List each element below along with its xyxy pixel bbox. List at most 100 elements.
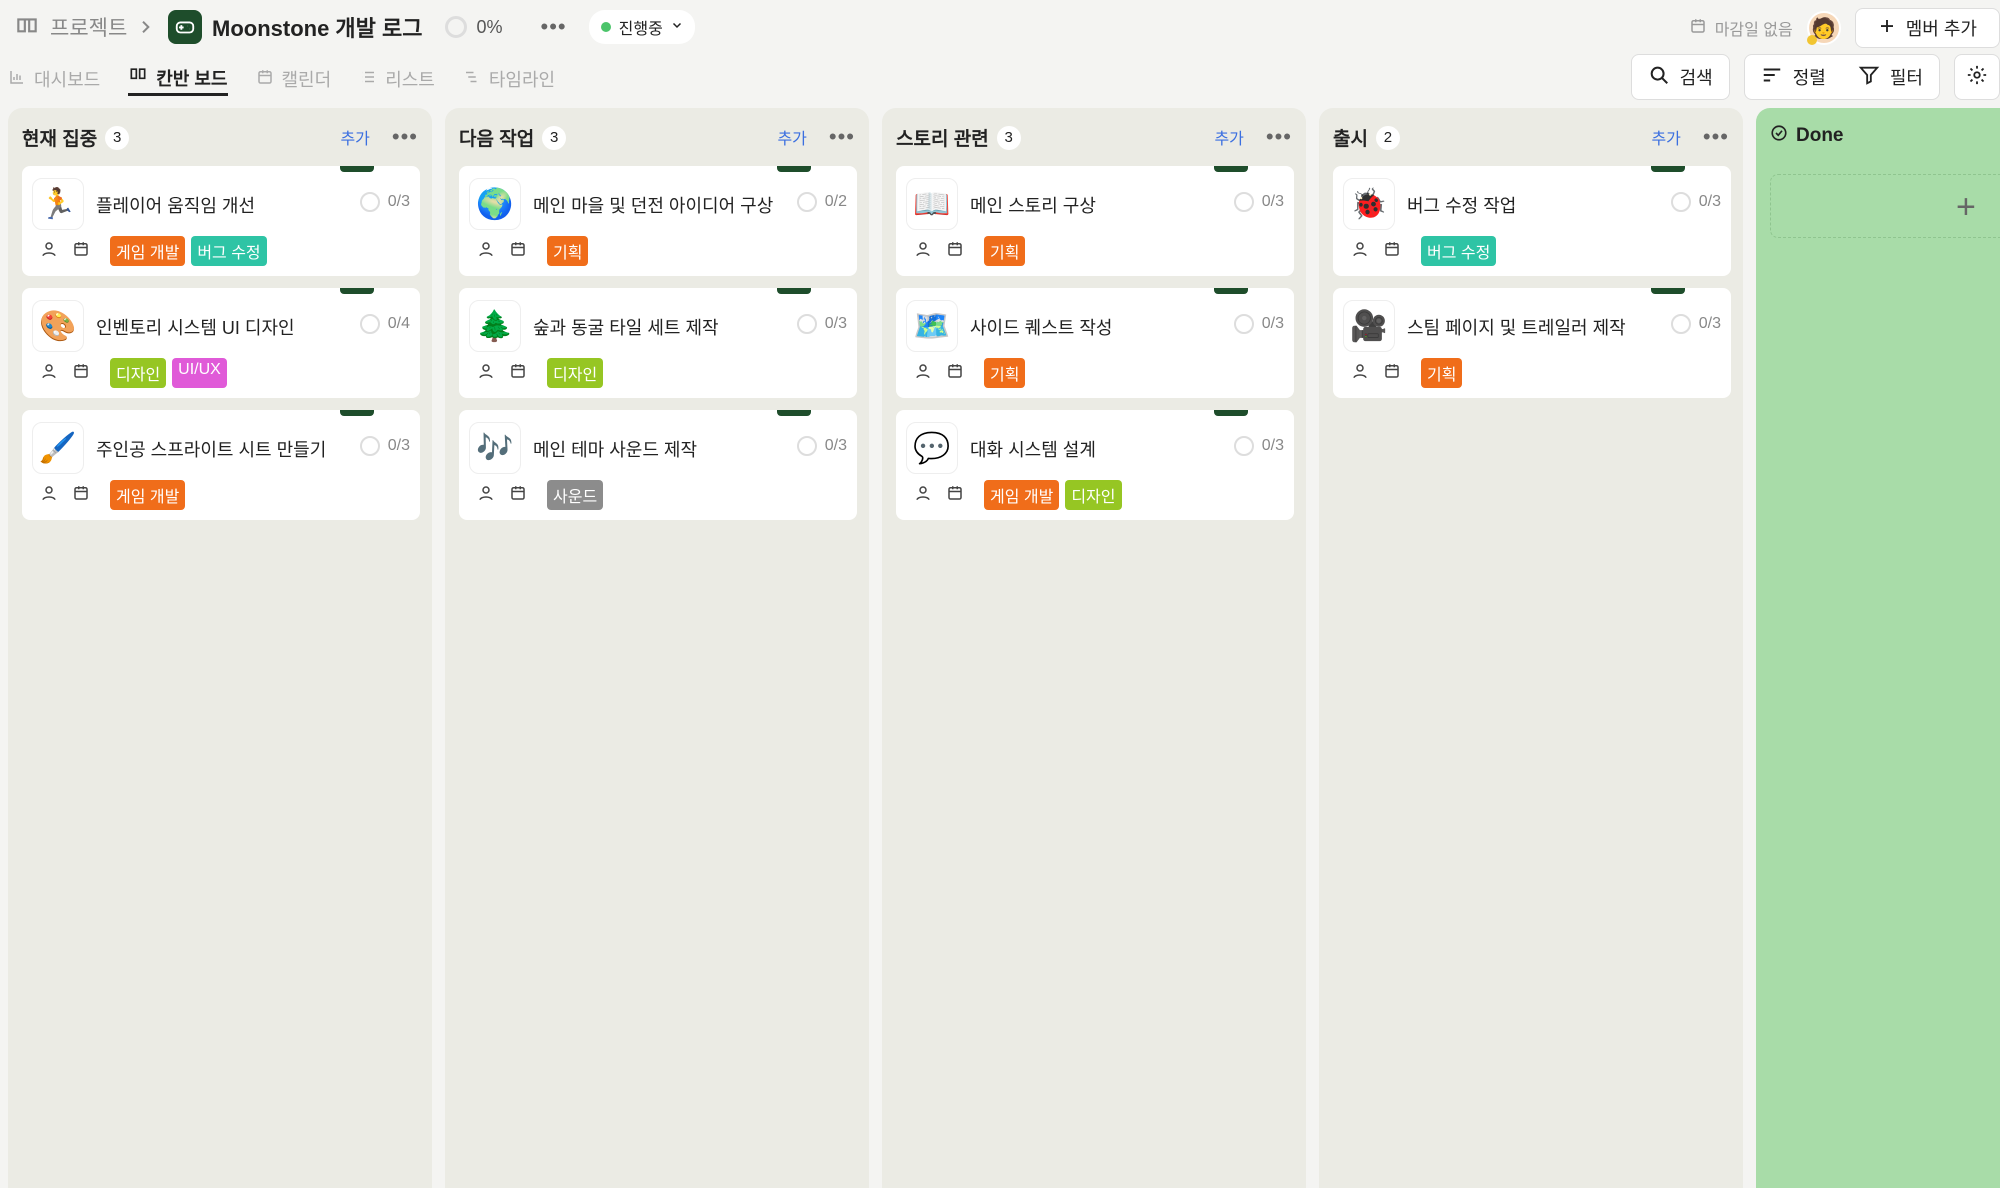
task-card[interactable]: 🗺️ 사이드 퀘스트 작성 0/3 기획 [896,288,1294,398]
add-card-link[interactable]: 추가 [1651,125,1680,149]
timeline-icon [463,68,481,91]
add-member-button[interactable]: 멤버 추가 [1854,8,2000,48]
calendar-icon[interactable] [72,362,90,385]
check-circle-icon [1770,124,1788,148]
user-icon[interactable] [1351,240,1369,263]
card-title: 사이드 퀘스트 작성 [970,318,1113,338]
card-progress: 0/3 [796,314,847,334]
kanban-column: 스토리 관련 3 추가 ••• 📖 메인 스토리 구상 0/3 기획 🗺️ 사이… [882,108,1306,1188]
column-actions: 추가 ••• [1651,124,1729,150]
card-accent-bar [1651,288,1685,294]
task-card[interactable]: 📖 메인 스토리 구상 0/3 기획 [896,166,1294,276]
card-tags: 기획 [1421,358,1463,388]
column-header: 다음 작업 3 [459,124,567,151]
calendar-icon[interactable] [1383,362,1401,385]
more-options-icon[interactable]: ••• [392,124,418,150]
user-icon[interactable] [914,362,932,385]
calendar-icon[interactable] [1383,240,1401,263]
user-icon[interactable] [477,362,495,385]
avatar[interactable]: 🧑 [1806,11,1841,45]
user-icon[interactable] [40,240,58,263]
task-card[interactable]: 🌲 숲과 동굴 타일 세트 제작 0/3 디자인 [459,288,857,398]
calendar-icon[interactable] [946,484,964,507]
task-card[interactable]: 🐞 버그 수정 작업 0/3 버그 수정 [1333,166,1731,276]
tab-calendar[interactable]: 캘린더 [256,62,331,96]
column-count-badge: 2 [1375,125,1400,150]
task-card[interactable]: 🎥 스팀 페이지 및 트레일러 제작 0/3 기획 [1333,288,1731,398]
tag-badge: 버그 수정 [191,236,267,266]
card-meta: 기획 [914,358,1026,388]
more-options-icon[interactable]: ••• [1703,124,1729,150]
task-card[interactable]: 🎨 인벤토리 시스템 UI 디자인 0/4 디자인 UI/UX [22,288,420,398]
task-card[interactable]: 🖌️ 주인공 스프라이트 시트 만들기 0/3 게임 개발 [22,410,420,520]
user-icon[interactable] [40,362,58,385]
due-date[interactable]: 마감일 없음 [1689,16,1793,40]
card-accent-bar [340,410,374,416]
add-card-link[interactable]: 추가 [777,125,806,149]
card-progress-value: 0/3 [387,193,410,210]
kanban-column: 출시 2 추가 ••• 🐞 버그 수정 작업 0/3 버그 수정 🎥 스팀 페이… [1319,108,1743,1188]
add-card-link[interactable]: 추가 [1214,125,1243,149]
calendar-icon[interactable] [72,484,90,507]
globe-icon: 🌍 [469,178,521,230]
card-accent-bar [777,288,811,294]
camera-icon: 🎥 [1343,300,1395,352]
user-icon[interactable] [40,484,58,507]
calendar-icon [256,68,274,91]
gear-icon [1966,64,1988,91]
card-accent-bar [777,410,811,416]
progress-ring-icon [796,436,817,456]
user-icon[interactable] [477,240,495,263]
card-title: 주인공 스프라이트 시트 만들기 [96,440,327,460]
calendar-icon[interactable] [509,240,527,263]
status-dropdown[interactable]: 진행중 [588,10,695,44]
calendar-icon[interactable] [946,362,964,385]
more-options-icon[interactable]: ••• [1266,124,1292,150]
calendar-icon[interactable] [946,240,964,263]
tab-kanban[interactable]: 칸반 보드 [128,62,228,96]
breadcrumb-root[interactable]: 프로젝트 [50,12,127,42]
task-card[interactable]: 🌍 메인 마을 및 던전 아이디어 구상 0/2 기획 [459,166,857,276]
progress-ring-icon [1233,436,1254,456]
plus-icon [1878,17,1896,40]
column-title: 스토리 관련 [896,129,989,150]
user-icon[interactable] [914,484,932,507]
filter-button[interactable]: 필터 [1842,54,1939,100]
user-icon[interactable] [1351,362,1369,385]
card-accent-bar [777,166,811,172]
user-icon[interactable] [477,484,495,507]
status-label: 진행중 [618,21,663,38]
user-icon[interactable] [914,240,932,263]
palette-icon: 🎨 [32,300,84,352]
plus-icon[interactable]: + [1956,188,1976,227]
sort-icon [1761,64,1783,91]
card-title: 인벤토리 시스템 UI 디자인 [96,318,295,338]
card-progress-value: 0/2 [824,193,847,210]
more-options-icon[interactable]: ••• [829,124,855,150]
due-date-label: 마감일 없음 [1714,22,1793,39]
add-card-link[interactable]: 추가 [340,125,369,149]
settings-button[interactable] [1954,54,2000,100]
tag-badge: 기획 [984,236,1026,266]
task-card[interactable]: 🏃 플레이어 움직임 개선 0/3 게임 개발 버그 수정 [22,166,420,276]
calendar-icon[interactable] [72,240,90,263]
task-card[interactable]: 💬 대화 시스템 설계 0/3 게임 개발 디자인 [896,410,1294,520]
search-button[interactable]: 검색 [1630,54,1730,100]
tag-badge: 디자인 [547,358,604,388]
card-tags: 게임 개발 디자인 [984,480,1122,510]
card-meta: 게임 개발 디자인 [914,480,1122,510]
tab-timeline[interactable]: 타임라인 [463,62,555,96]
tab-dashboard[interactable]: 대시보드 [8,62,100,96]
tab-label: 타임라인 [488,70,556,90]
tree-icon: 🌲 [469,300,521,352]
card-meta: 사운드 [477,480,604,510]
tab-list[interactable]: 리스트 [359,62,435,96]
sort-button[interactable]: 정렬 [1745,54,1842,100]
task-card[interactable]: 🎶 메인 테마 사운드 제작 0/3 사운드 [459,410,857,520]
calendar-icon[interactable] [509,484,527,507]
card-meta: 버그 수정 [1351,236,1497,266]
more-options-icon[interactable]: ••• [541,14,567,40]
calendar-icon[interactable] [509,362,527,385]
gamepad-icon [168,10,202,44]
card-meta: 디자인 [477,358,604,388]
